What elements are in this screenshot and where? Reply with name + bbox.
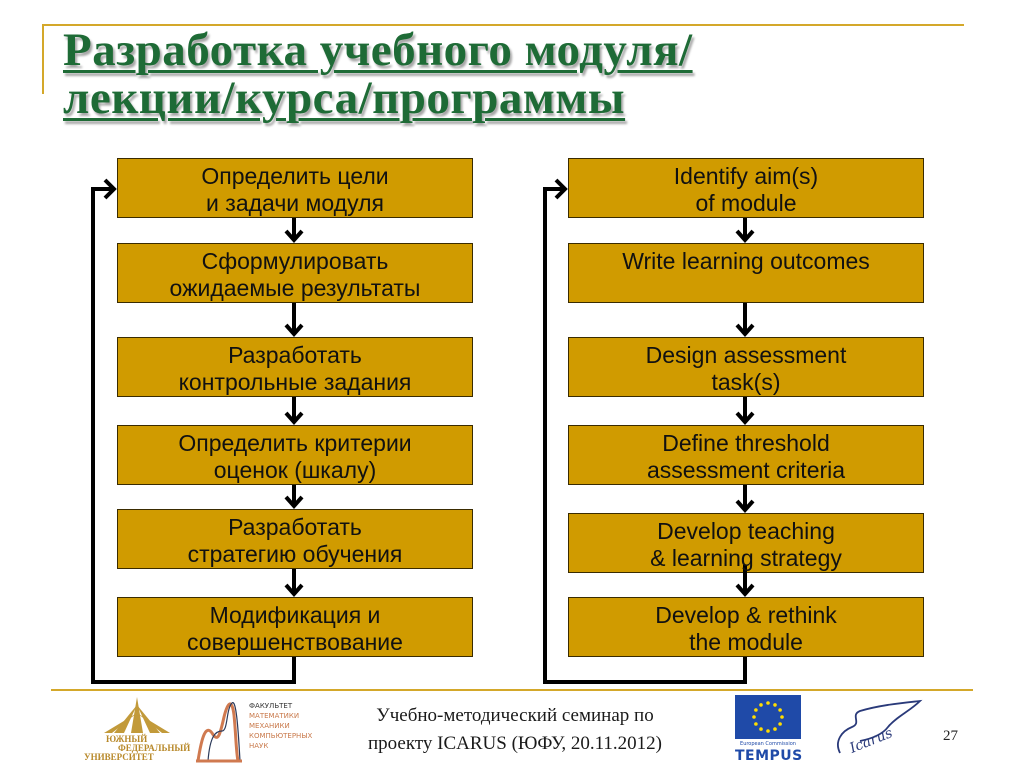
eu-star-icon — [780, 715, 784, 719]
eu-star-icon — [754, 708, 758, 712]
seminar-caption-line-1: Учебно-методический семинар по — [376, 705, 654, 726]
eu-star-icon — [778, 722, 782, 726]
ru-step-6-box: Модификация и совершенствование — [117, 597, 473, 657]
en-step-6-box: Develop & rethink the module — [568, 597, 924, 657]
sfedu-logo-line-3: УНИВЕРСИТЕТ — [84, 752, 154, 762]
en-arrow-3-4 — [735, 397, 755, 426]
en-step-5-line-1: Develop teaching — [657, 518, 835, 544]
seminar-caption: Учебно-методический семинар по проекту I… — [330, 702, 700, 758]
mmcs-logo-line-2: МАТЕМАТИКИ — [249, 712, 300, 720]
en-arrow-2-3 — [735, 303, 755, 338]
ru-arrow-4-5 — [284, 485, 304, 510]
eu-star-icon — [754, 722, 758, 726]
mmcs-logo-line-5: НАУК — [249, 742, 269, 750]
eu-star-icon — [759, 703, 763, 707]
ru-step-3-line-1: Разработать — [228, 342, 362, 368]
ru-step-4-line-2: оценок (шкалу) — [213, 457, 377, 483]
title-frame-left-rule — [42, 24, 44, 94]
tempus-subtitle: European Commission — [740, 741, 796, 747]
ru-step-5-line-2: стратегию обучения — [187, 541, 403, 567]
en-step-2-box: Write learning outcomes — [568, 243, 924, 303]
icarus-logo-text: Icarus — [847, 725, 895, 757]
ru-step-4-line-1: Определить критерии — [178, 430, 412, 456]
eu-star-icon — [773, 727, 777, 731]
icarus-wing-icon: Icarus — [837, 699, 923, 757]
ru-step-1-box: Определить цели и задачи модуля — [117, 158, 473, 218]
ru-arrow-5-6 — [284, 569, 304, 598]
ru-step-1-line-1: Определить цели — [201, 163, 389, 189]
ru-arrow-2-3 — [284, 303, 304, 338]
seminar-caption-line-2: проекту ICARUS (ЮФУ, 20.11.2012) — [368, 733, 662, 754]
ru-step-1-line-2: и задачи модуля — [206, 190, 384, 216]
ru-step-5-line-1: Разработать — [228, 514, 362, 540]
tempus-logo: European Commission TEMPUS — [735, 695, 803, 765]
en-step-1-line-2: of module — [695, 190, 797, 216]
ru-step-2-line-1: Сформулировать — [201, 248, 389, 274]
sfedu-logo: ЮЖНЫЙ ФЕДЕРАЛЬНЫЙ УНИВЕРСИТЕТ — [82, 695, 192, 765]
en-step-1-box: Identify aim(s) of module — [568, 158, 924, 218]
eu-star-icon — [766, 729, 770, 733]
en-step-1-line-1: Identify aim(s) — [673, 163, 819, 189]
en-step-2-line-1: Write learning outcomes — [622, 248, 870, 274]
page-number: 27 — [943, 728, 958, 744]
mmcs-logo-line-3: МЕХАНИКИ — [249, 722, 290, 730]
en-step-3-box: Design assessment task(s) — [568, 337, 924, 397]
en-step-3-line-1: Design assessment — [645, 342, 847, 368]
en-step-5-line-2: & learning strategy — [650, 545, 842, 571]
en-step-4-box: Define threshold assessment criteria — [568, 425, 924, 485]
sfedu-emblem-icon — [104, 697, 170, 733]
tempus-wordmark: TEMPUS — [735, 748, 803, 764]
mmcs-logo-line-4: КОМПЬЮТЕРНЫХ — [249, 732, 313, 740]
eu-flag-icon — [735, 695, 801, 739]
ru-step-4-box: Определить критерии оценок (шкалу) — [117, 425, 473, 485]
eu-star-icon — [766, 701, 770, 705]
en-step-4-line-1: Define threshold — [662, 430, 830, 456]
ru-arrow-1-2 — [284, 218, 304, 244]
footer-rule — [51, 689, 973, 691]
en-step-4-line-2: assessment criteria — [646, 457, 846, 483]
ru-arrow-3-4 — [284, 397, 304, 426]
mmcs-faculty-logo: ФАКУЛЬТЕТ МАТЕМАТИКИ МЕХАНИКИ КОМПЬЮТЕРН… — [192, 695, 332, 765]
en-arrow-1-2 — [735, 218, 755, 244]
en-step-6-line-1: Develop & rethink — [655, 602, 837, 628]
ru-step-2-line-2: ожидаемые результаты — [169, 275, 421, 301]
en-step-3-line-2: task(s) — [711, 369, 781, 395]
mmcs-logo-line-1: ФАКУЛЬТЕТ — [249, 702, 293, 710]
eu-star-icon — [752, 715, 756, 719]
eu-star-icon — [759, 727, 763, 731]
ru-step-6-line-2: совершенствование — [187, 629, 403, 655]
en-step-5-box: Develop teaching & learning strategy — [568, 513, 924, 573]
icarus-logo: Icarus — [830, 697, 925, 761]
ru-step-3-line-2: контрольные задания — [178, 369, 412, 395]
slide-title-line-2: лекции/курса/программы — [63, 72, 626, 124]
eu-star-icon — [778, 708, 782, 712]
ru-step-2-box: Сформулировать ожидаемые результаты — [117, 243, 473, 303]
eu-star-icon — [773, 703, 777, 707]
slide-title: Разработка учебного модуля/ лекции/курса… — [63, 26, 963, 122]
ru-step-6-line-1: Модификация и — [209, 602, 381, 628]
ru-step-3-box: Разработать контрольные задания — [117, 337, 473, 397]
en-step-6-line-2: the module — [689, 629, 803, 655]
ru-step-5-box: Разработать стратегию обучения — [117, 509, 473, 569]
mmcs-curve-icon — [196, 702, 242, 763]
slide-title-line-1: Разработка учебного модуля/ — [63, 24, 693, 76]
en-arrow-4-5 — [735, 485, 755, 514]
